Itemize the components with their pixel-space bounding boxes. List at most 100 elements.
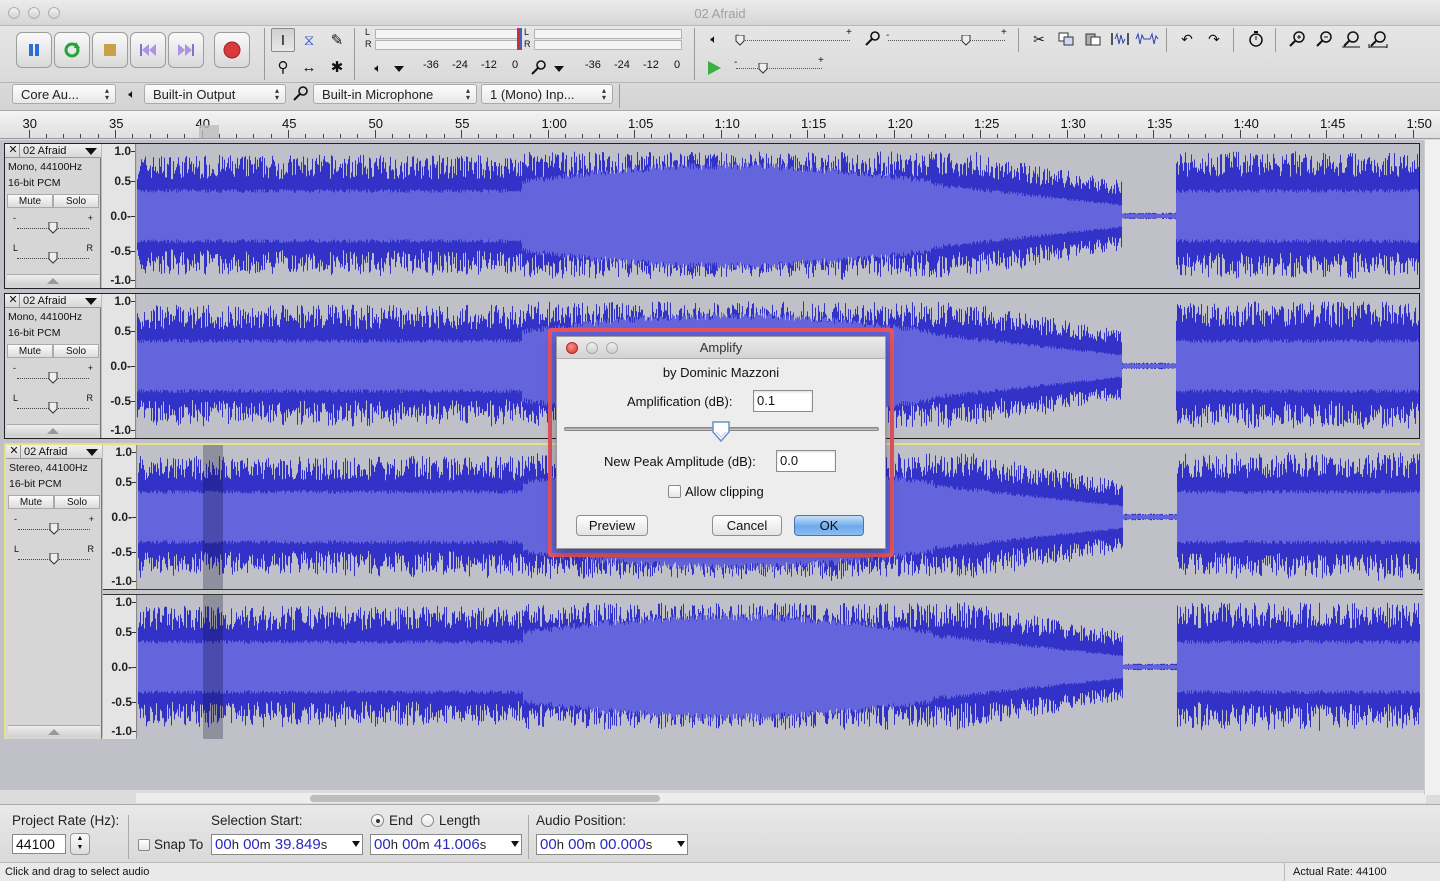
zoom-in-icon[interactable] [1285,27,1309,51]
gain-slider[interactable]: - + [14,514,94,536]
fit-selection-icon[interactable] [1339,27,1363,51]
ruler-selection-marker[interactable] [198,125,219,138]
waveform-channel[interactable] [138,595,1420,739]
length-radio[interactable] [421,814,434,827]
collapse-track-button[interactable] [7,274,99,286]
new-peak-input[interactable]: 0.0 [776,450,836,472]
amplification-input[interactable]: 0.1 [753,390,813,412]
track-menu-icon[interactable] [85,148,97,155]
end-radio[interactable] [371,814,384,827]
playback-meter-menu[interactable] [394,66,404,72]
gain-slider[interactable]: - + [13,363,93,385]
silence-icon[interactable] [1135,27,1159,51]
ok-button[interactable]: OK [794,515,864,536]
collapse-track-button[interactable] [7,424,99,436]
pause-button[interactable] [16,32,52,68]
pan-slider[interactable]: L R [13,243,93,265]
track-name[interactable]: 02 Afraid [24,445,67,459]
track-control-panel[interactable]: ✕ 02 Afraid Mono, 44100Hz 16-bit PCM Mut… [5,144,101,288]
gain-slider-thumb[interactable] [49,523,59,535]
selection-end-time[interactable]: 00h 00m 41.006s [370,834,522,855]
input-device-select[interactable]: Built-in Microphone ▴ ▾ [313,84,477,104]
waveform[interactable] [138,595,1420,739]
sync-lock-icon[interactable] [1244,27,1268,51]
selection-tool[interactable]: I [271,28,295,52]
timeshift-tool[interactable]: ↔ [297,55,321,79]
waveform[interactable] [137,144,1419,288]
track-name[interactable]: 02 Afraid [23,294,66,308]
amplitude-ruler[interactable]: 1.0 0.5 0.0- -0.5 -1.0 [102,144,136,288]
track-name[interactable]: 02 Afraid [23,144,66,158]
audio-host-select[interactable]: Core Au... ▴ ▾ [12,84,116,104]
skip-end-button[interactable] [168,32,204,68]
preview-button[interactable]: Preview [576,515,648,536]
play-speed-slider[interactable] [736,68,822,70]
undo-icon[interactable]: ↶ [1175,27,1199,51]
draw-tool[interactable]: ✎ [325,28,349,52]
paste-icon[interactable] [1081,27,1105,51]
playback-meter[interactable]: L R [365,26,520,50]
close-track-icon[interactable]: ✕ [8,445,21,458]
cut-icon[interactable]: ✂︎ [1027,27,1051,51]
pan-slider-thumb[interactable] [48,252,58,264]
record-meter-menu[interactable] [554,66,564,72]
vertical-scrollbar[interactable] [1424,140,1440,795]
solo-button[interactable]: Solo [53,344,99,358]
gain-slider-thumb[interactable] [48,372,58,384]
amplitude-ruler[interactable]: 1.0 0.5 0.0- -0.5 -1.0 [103,595,137,739]
waveform-channel[interactable] [137,144,1419,288]
record-meter[interactable]: L R [524,26,684,50]
selection-region[interactable] [202,445,223,589]
dialog-zoom-button[interactable] [606,342,618,354]
output-volume-thumb[interactable] [735,35,745,46]
gain-slider-thumb[interactable] [48,222,58,234]
snap-to-checkbox[interactable] [138,839,150,851]
output-device-select[interactable]: Built-in Output ▴ ▾ [144,84,286,104]
mute-button[interactable]: Mute [7,344,53,358]
copy-icon[interactable] [1054,27,1078,51]
solo-button[interactable]: Solo [53,194,99,208]
mute-button[interactable]: Mute [7,194,53,208]
pan-slider[interactable]: L R [13,393,93,415]
amplitude-ruler[interactable]: 1.0 0.5 0.0- -0.5 -1.0 [103,445,137,589]
play-loop-button[interactable] [54,32,90,68]
input-volume-thumb[interactable] [961,35,971,46]
project-rate-spinner[interactable]: ▲ ▼ [70,833,90,855]
play-speed-thumb[interactable] [758,63,768,74]
play-at-speed-button[interactable] [702,56,726,80]
zoom-tool[interactable]: ⚲ [271,55,295,79]
track-control-panel[interactable]: ✕ 02 Afraid Mono, 44100Hz 16-bit PCM Mut… [5,294,101,438]
dialog-close-button[interactable] [566,342,578,354]
track-header[interactable]: ✕ 02 Afraid [5,294,101,308]
cancel-button[interactable]: Cancel [712,515,782,536]
mute-button[interactable]: Mute [8,495,54,509]
amplitude-ruler[interactable]: 1.0 0.5 0.0- -0.5 -1.0 [102,294,136,438]
solo-button[interactable]: Solo [54,495,100,509]
amplification-slider-thumb[interactable] [711,421,731,443]
horizontal-scroll-thumb[interactable] [310,795,660,802]
dropdown-icon[interactable] [511,841,519,847]
timeline-ruler[interactable]: 30 35 40 45 50 55 1:00 1:05 1:10 1:15 1:20 1:25 1:30… [0,111,1440,139]
collapse-track-button[interactable] [8,725,100,737]
trim-icon[interactable] [1108,27,1132,51]
gain-slider[interactable]: - + [13,213,93,235]
output-volume-slider[interactable] [738,40,850,42]
audio-position-time[interactable]: 00h 00m 00.000s [536,834,688,855]
audio-track[interactable]: ✕ 02 Afraid Mono, 44100Hz 16-bit PCM Mut… [4,143,1420,289]
record-button[interactable] [214,32,250,68]
close-track-icon[interactable]: ✕ [7,294,20,307]
pan-slider-thumb[interactable] [49,553,59,565]
fit-project-icon[interactable] [1366,27,1390,51]
dropdown-icon[interactable] [352,841,360,847]
input-channels-select[interactable]: 1 (Mono) Inp... ▴ ▾ [481,84,613,104]
close-track-icon[interactable]: ✕ [7,144,20,157]
selection-region[interactable] [202,595,223,739]
stop-button[interactable] [92,32,128,68]
selection-start-time[interactable]: 00h 00m 39.849s [211,834,363,855]
dialog-minimize-button[interactable] [586,342,598,354]
pan-slider[interactable]: L R [14,544,94,566]
skip-start-button[interactable] [130,32,166,68]
redo-icon[interactable]: ↷ [1202,27,1226,51]
allow-clipping-checkbox[interactable] [668,485,681,498]
pan-slider-thumb[interactable] [48,402,58,414]
